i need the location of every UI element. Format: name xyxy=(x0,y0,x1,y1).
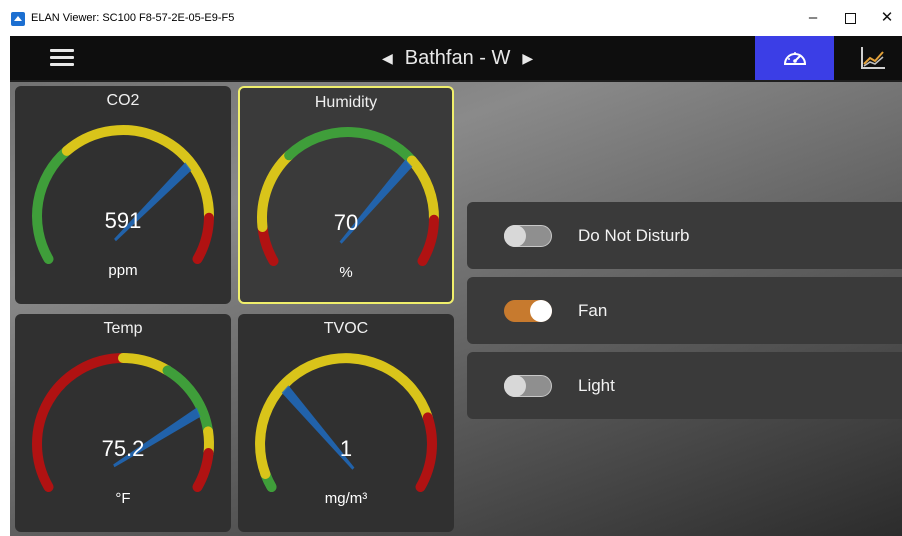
speedometer-icon xyxy=(783,52,806,65)
control-label: Do Not Disturb xyxy=(578,226,690,245)
window-titlebar: ELAN Viewer: SC100 F8-57-2E-05-E9-F5 – ✕ xyxy=(0,0,902,36)
prev-device-button[interactable]: ◀ xyxy=(370,50,405,67)
control-light: Light xyxy=(467,352,902,419)
gauge-value: 70 xyxy=(333,210,359,235)
gauge-unit: ppm xyxy=(108,262,138,279)
chart-icon xyxy=(861,47,885,69)
gauge-temp[interactable]: Temp 75.2 °F xyxy=(15,314,231,532)
do-not-disturb-toggle[interactable] xyxy=(504,225,552,247)
gauge-label: Humidity xyxy=(314,94,378,111)
light-toggle[interactable] xyxy=(504,375,552,397)
toggle-knob xyxy=(504,225,526,247)
gauge-arc-segment xyxy=(284,127,417,166)
gauge-co2[interactable]: CO2 591 ppm xyxy=(15,86,231,304)
control-label: Fan xyxy=(578,301,608,320)
fan-toggle[interactable] xyxy=(504,300,552,322)
gauge-arc-segment xyxy=(118,353,173,376)
top-bar: ◀ Bathfan - W ▶ xyxy=(10,36,902,82)
gauge-arc-segment xyxy=(32,145,72,264)
gauge-label: CO2 xyxy=(106,92,140,109)
device-selector: ◀ Bathfan - W ▶ xyxy=(370,45,545,71)
next-device-button[interactable]: ▶ xyxy=(510,50,545,67)
window-title: ELAN Viewer: SC100 F8-57-2E-05-E9-F5 xyxy=(31,12,235,24)
control-do-not-disturb: Do Not Disturb xyxy=(467,202,902,269)
menu-icon[interactable] xyxy=(50,49,74,67)
control-fan: Fan xyxy=(467,277,902,344)
gauge-value: 591 xyxy=(104,208,142,233)
gauge-arc-segment xyxy=(61,125,214,223)
gauge-unit: % xyxy=(339,264,353,281)
app-content: ◀ Bathfan - W ▶ CO2 591 ppm Humidity 70 … xyxy=(10,36,902,536)
toggle-knob xyxy=(504,375,526,397)
minimize-button[interactable]: – xyxy=(796,6,830,30)
toggle-knob xyxy=(530,300,552,322)
gauge-value: 75.2 xyxy=(101,436,145,461)
maximize-button[interactable] xyxy=(833,6,867,30)
gauge-arc-segment xyxy=(32,353,128,492)
gauge-unit: mg/m³ xyxy=(324,490,368,507)
gauge-unit: °F xyxy=(115,490,131,507)
gauge-tvoc[interactable]: TVOC 1 mg/m³ xyxy=(238,314,454,532)
gauge-humidity[interactable]: Humidity 70 % xyxy=(238,86,454,304)
gauge-label: TVOC xyxy=(323,320,369,337)
control-label: Light xyxy=(578,376,615,395)
device-title: Bathfan - W xyxy=(404,46,511,69)
close-button[interactable]: ✕ xyxy=(870,6,902,30)
tab-gauges[interactable] xyxy=(755,36,834,80)
gauge-label: Temp xyxy=(103,320,143,337)
app-logo-icon xyxy=(11,12,25,26)
tab-charts[interactable] xyxy=(848,36,898,80)
maximize-icon xyxy=(844,12,856,24)
gauge-value: 1 xyxy=(339,436,353,461)
